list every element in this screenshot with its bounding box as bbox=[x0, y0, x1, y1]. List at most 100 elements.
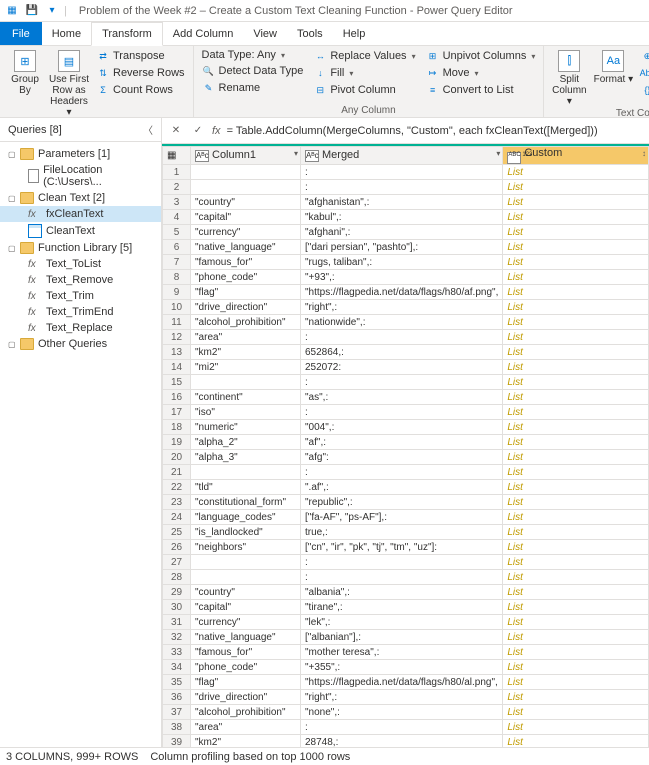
cell-column1[interactable]: "tld" bbox=[191, 480, 301, 495]
cell-merged[interactable]: "albania",: bbox=[301, 585, 503, 600]
row-number[interactable]: 30 bbox=[163, 600, 191, 615]
cell-merged[interactable]: "mother teresa",: bbox=[301, 645, 503, 660]
cell-merged[interactable]: "none",: bbox=[301, 705, 503, 720]
cell-merged[interactable]: "nationwide",: bbox=[301, 315, 503, 330]
row-number[interactable]: 18 bbox=[163, 420, 191, 435]
tree-item[interactable]: Text_Trim bbox=[0, 288, 161, 304]
parse-button[interactable]: {}Parse bbox=[636, 82, 649, 98]
formula-cancel-icon[interactable]: ✕ bbox=[168, 123, 184, 139]
cell-column1[interactable]: "drive_direction" bbox=[191, 690, 301, 705]
cell-custom[interactable]: List bbox=[503, 660, 649, 675]
cell-merged[interactable]: "https://flagpedia.net/data/flags/h80/af… bbox=[301, 285, 503, 300]
cell-merged[interactable]: : bbox=[301, 165, 503, 180]
cell-column1[interactable]: "capital" bbox=[191, 210, 301, 225]
tree-item[interactable]: fxCleanText bbox=[0, 206, 161, 222]
table-row[interactable]: 26"neighbors"["cn", "ir", "pk", "tj", "t… bbox=[163, 540, 649, 555]
row-number[interactable]: 33 bbox=[163, 645, 191, 660]
cell-merged[interactable]: : bbox=[301, 375, 503, 390]
row-number[interactable]: 29 bbox=[163, 585, 191, 600]
tab-help[interactable]: Help bbox=[333, 22, 376, 45]
cell-custom[interactable]: List bbox=[503, 585, 649, 600]
cell-merged[interactable]: "republic",: bbox=[301, 495, 503, 510]
cell-custom[interactable]: List bbox=[503, 645, 649, 660]
cell-merged[interactable]: "lek",: bbox=[301, 615, 503, 630]
cell-column1[interactable]: "continent" bbox=[191, 390, 301, 405]
table-row[interactable]: 31"currency""lek",:List bbox=[163, 615, 649, 630]
cell-custom[interactable]: List bbox=[503, 405, 649, 420]
table-row[interactable]: 2:List bbox=[163, 180, 649, 195]
cell-column1[interactable]: "alpha_3" bbox=[191, 450, 301, 465]
cell-merged[interactable]: "tirane",: bbox=[301, 600, 503, 615]
cell-merged[interactable]: : bbox=[301, 555, 503, 570]
tree-item[interactable]: Text_ToList bbox=[0, 256, 161, 272]
cell-custom[interactable]: List bbox=[503, 270, 649, 285]
cell-column1[interactable]: "flag" bbox=[191, 675, 301, 690]
row-number[interactable]: 32 bbox=[163, 630, 191, 645]
format-button[interactable]: AaFormat ▾ bbox=[592, 48, 634, 85]
cell-column1[interactable]: "is_landlocked" bbox=[191, 525, 301, 540]
cell-column1[interactable]: "alcohol_prohibition" bbox=[191, 705, 301, 720]
cell-column1[interactable] bbox=[191, 375, 301, 390]
row-number[interactable]: 24 bbox=[163, 510, 191, 525]
row-number[interactable]: 38 bbox=[163, 720, 191, 735]
filter-icon[interactable]: ▾ bbox=[496, 149, 500, 158]
cell-column1[interactable]: "famous_for" bbox=[191, 255, 301, 270]
cell-column1[interactable]: "alcohol_prohibition" bbox=[191, 315, 301, 330]
table-row[interactable]: 3"country""afghanistan",:List bbox=[163, 195, 649, 210]
tab-transform[interactable]: Transform bbox=[91, 22, 163, 46]
table-row[interactable]: 21:List bbox=[163, 465, 649, 480]
use-first-row-button[interactable]: ▤Use First Row as Headers ▾ bbox=[48, 48, 90, 118]
cell-merged[interactable]: "https://flagpedia.net/data/flags/h80/al… bbox=[301, 675, 503, 690]
table-row[interactable]: 25"is_landlocked"true,:List bbox=[163, 525, 649, 540]
table-row[interactable]: 14"mi2"252072:List bbox=[163, 360, 649, 375]
row-number[interactable]: 3 bbox=[163, 195, 191, 210]
table-row[interactable]: 8"phone_code""+93",:List bbox=[163, 270, 649, 285]
table-row[interactable]: 24"language_codes"["fa-AF", "ps-AF"],:Li… bbox=[163, 510, 649, 525]
cell-column1[interactable]: "capital" bbox=[191, 600, 301, 615]
move-button[interactable]: ↦Move bbox=[422, 65, 540, 81]
detect-data-type-button[interactable]: 🔍Detect Data Type bbox=[198, 63, 308, 79]
cell-column1[interactable]: "km2" bbox=[191, 735, 301, 748]
row-number[interactable]: 11 bbox=[163, 315, 191, 330]
cell-column1[interactable]: "native_language" bbox=[191, 240, 301, 255]
formula-accept-icon[interactable]: ✓ bbox=[190, 123, 206, 139]
cell-custom[interactable]: List bbox=[503, 420, 649, 435]
row-number[interactable]: 28 bbox=[163, 570, 191, 585]
cell-merged[interactable]: ["dari persian", "pashto"],: bbox=[301, 240, 503, 255]
table-row[interactable]: 6"native_language"["dari persian", "pash… bbox=[163, 240, 649, 255]
data-grid[interactable]: ▦ AᴮcColumn1▾ AᴮcMerged▾ ABC 123Custom↕ … bbox=[162, 146, 649, 747]
table-row[interactable]: 5"currency""afghani",:List bbox=[163, 225, 649, 240]
rename-button[interactable]: ✎Rename bbox=[198, 80, 308, 96]
cell-custom[interactable]: List bbox=[503, 195, 649, 210]
table-row[interactable]: 37"alcohol_prohibition""none",:List bbox=[163, 705, 649, 720]
cell-column1[interactable]: "country" bbox=[191, 195, 301, 210]
table-row[interactable]: 10"drive_direction""right",:List bbox=[163, 300, 649, 315]
tab-view[interactable]: View bbox=[243, 22, 287, 45]
row-header-corner[interactable]: ▦ bbox=[163, 147, 191, 165]
cell-custom[interactable]: List bbox=[503, 375, 649, 390]
row-number[interactable]: 16 bbox=[163, 390, 191, 405]
table-row[interactable]: 4"capital""kabul",:List bbox=[163, 210, 649, 225]
convert-to-list-button[interactable]: ≡Convert to List bbox=[422, 82, 540, 98]
cell-merged[interactable]: "af",: bbox=[301, 435, 503, 450]
cell-column1[interactable]: "constitutional_form" bbox=[191, 495, 301, 510]
table-row[interactable]: 15:List bbox=[163, 375, 649, 390]
cell-custom[interactable]: List bbox=[503, 555, 649, 570]
cell-column1[interactable]: "currency" bbox=[191, 615, 301, 630]
cell-merged[interactable]: ["fa-AF", "ps-AF"],: bbox=[301, 510, 503, 525]
cell-custom[interactable]: List bbox=[503, 675, 649, 690]
cell-column1[interactable]: "phone_code" bbox=[191, 660, 301, 675]
cell-column1[interactable]: "phone_code" bbox=[191, 270, 301, 285]
table-row[interactable]: 22"tld"".af",:List bbox=[163, 480, 649, 495]
cell-merged[interactable]: : bbox=[301, 180, 503, 195]
tree-item[interactable]: CleanText bbox=[0, 222, 161, 240]
replace-values-button[interactable]: ↔Replace Values bbox=[309, 48, 419, 64]
cell-custom[interactable]: List bbox=[503, 360, 649, 375]
table-row[interactable]: 12"area":List bbox=[163, 330, 649, 345]
cell-custom[interactable]: List bbox=[503, 480, 649, 495]
data-type-button[interactable]: Data Type: Any bbox=[198, 48, 308, 62]
row-number[interactable]: 23 bbox=[163, 495, 191, 510]
fill-button[interactable]: ↓Fill bbox=[309, 65, 419, 81]
row-number[interactable]: 39 bbox=[163, 735, 191, 748]
cell-custom[interactable]: List bbox=[503, 210, 649, 225]
